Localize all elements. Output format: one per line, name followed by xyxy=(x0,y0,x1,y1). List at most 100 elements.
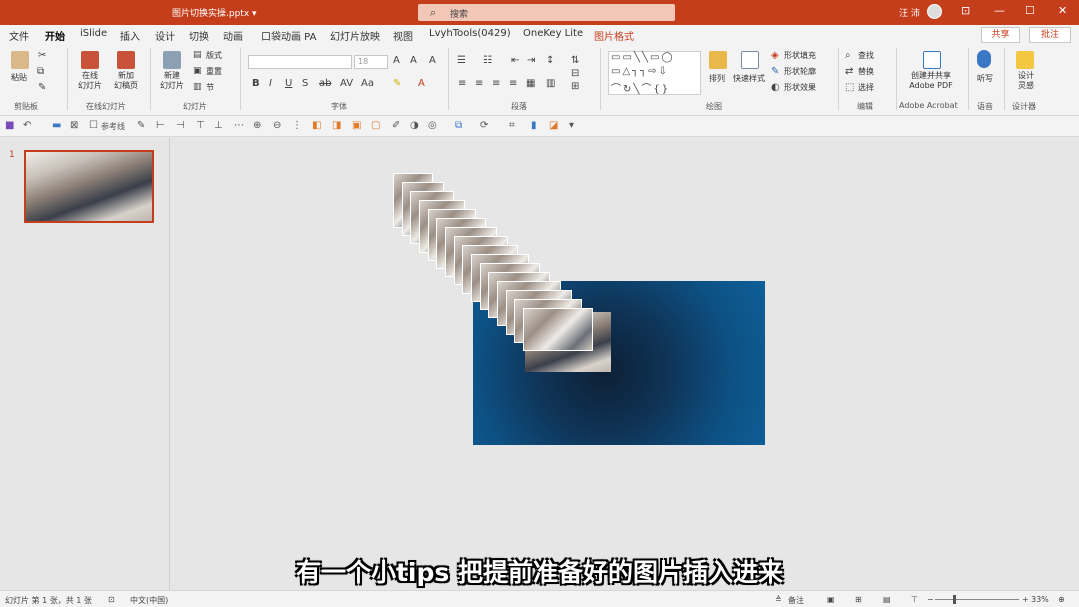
align-center-icon[interactable]: ≡ xyxy=(475,78,483,89)
save-icon[interactable]: ■ xyxy=(5,120,14,131)
numbering-icon[interactable]: ☷ xyxy=(483,55,492,66)
microphone-icon[interactable] xyxy=(977,50,991,68)
section-label[interactable]: 节 xyxy=(206,83,214,93)
increase-indent-icon[interactable]: ⇥ xyxy=(527,55,535,66)
decrease-indent-icon[interactable]: ⇤ xyxy=(511,55,519,66)
rotate-icon[interactable]: ⟳ xyxy=(480,120,488,131)
align-left-icon[interactable]: ⊢ xyxy=(156,120,165,131)
zoom-slider-thumb[interactable] xyxy=(953,595,956,604)
zoom-out-icon[interactable]: − xyxy=(927,595,934,604)
change-case-icon[interactable]: Aa xyxy=(361,78,374,89)
copy-icon[interactable]: ⧉ xyxy=(37,66,44,77)
maximize-button[interactable]: ☐ xyxy=(1025,4,1035,17)
tab-picture-format[interactable]: 图片格式 xyxy=(594,28,634,43)
text-direction-icon[interactable]: ⇅ xyxy=(571,55,579,66)
paste-label[interactable]: 粘贴 xyxy=(11,73,27,83)
close-button[interactable]: ✕ xyxy=(1058,4,1067,17)
find-label[interactable]: 查找 xyxy=(858,51,874,61)
arrange-icon[interactable] xyxy=(709,51,727,69)
layout-label[interactable]: 版式 xyxy=(206,51,222,61)
align-text-icon[interactable]: ⊟ xyxy=(571,68,579,79)
arrange-label[interactable]: 排列 xyxy=(709,74,725,84)
shape-style-icon[interactable]: ◎ xyxy=(428,120,437,131)
search-input[interactable]: ⌕ 搜索 xyxy=(418,4,675,21)
quick-styles-label[interactable]: 快速样式 xyxy=(733,74,765,84)
font-color-icon[interactable]: A xyxy=(418,78,425,89)
zoom-in-icon[interactable]: + xyxy=(1022,595,1029,604)
bold-icon[interactable]: B xyxy=(252,78,260,89)
new-slide-icon[interactable] xyxy=(163,51,181,69)
zoom-slider[interactable] xyxy=(935,599,1019,600)
columns-icon[interactable]: ▥ xyxy=(546,78,555,89)
tab-design[interactable]: 设计 xyxy=(155,28,175,43)
selection-pane-icon[interactable]: ⌗ xyxy=(509,120,515,131)
character-spacing-icon[interactable]: AV xyxy=(340,78,353,89)
align-right-icon[interactable]: ≡ xyxy=(492,78,500,89)
user-name[interactable]: 汪 沛 xyxy=(899,6,920,19)
distributed-icon[interactable]: ▦ xyxy=(526,78,535,89)
create-pdf-label[interactable]: 创建并共享 Adobe PDF xyxy=(903,71,959,91)
tab-view[interactable]: 视图 xyxy=(393,28,413,43)
ungroup-icon[interactable]: ▢ xyxy=(371,120,380,131)
distribute-horizontal-icon[interactable]: ⋯ xyxy=(234,120,244,131)
document-title[interactable]: 图片切换实操.pptx ▾ xyxy=(172,6,257,19)
line-spacing-icon[interactable]: ↕ xyxy=(546,55,554,66)
shape-edit-icon[interactable]: ✐ xyxy=(392,120,400,131)
tab-islide[interactable]: iSlide xyxy=(80,28,107,39)
shape-effects-icon[interactable]: ◐ xyxy=(771,82,780,93)
font-size-combo[interactable]: 18 xyxy=(354,55,388,69)
new-slide-label[interactable]: 新建 幻灯片 xyxy=(155,71,189,91)
design-ideas-label[interactable]: 设计 灵感 xyxy=(1010,71,1042,91)
replace-icon[interactable]: ⇄ xyxy=(845,66,853,77)
new-page-label[interactable]: 新加 幻稿页 xyxy=(109,71,143,91)
shape-outline-icon[interactable]: ✎ xyxy=(771,66,779,77)
italic-icon[interactable]: I xyxy=(269,78,272,89)
tab-onekey-lite[interactable]: OneKey Lite xyxy=(523,28,583,39)
undo-icon[interactable]: ↶ xyxy=(23,120,31,131)
align-right-icon[interactable]: ⊣ xyxy=(176,120,185,131)
reset-icon[interactable]: ▣ xyxy=(193,66,202,76)
paste-icon[interactable] xyxy=(11,51,29,69)
customize-qat-icon[interactable]: ▾ xyxy=(569,120,574,131)
shadow-icon[interactable]: S xyxy=(302,78,308,89)
tab-insert[interactable]: 插入 xyxy=(120,28,140,43)
tab-animations[interactable]: 动画 xyxy=(223,28,243,43)
strikethrough-icon[interactable]: ab xyxy=(319,78,331,89)
crop-icon[interactable]: ⧉ xyxy=(455,120,462,131)
shape-effects-label[interactable]: 形状效果 xyxy=(784,83,816,93)
layout-icon[interactable]: ▤ xyxy=(193,50,202,60)
font-family-combo[interactable] xyxy=(248,55,352,69)
language-status[interactable]: 中文(中国) xyxy=(130,595,168,606)
slide-sorter-icon[interactable]: ⊞ xyxy=(855,595,862,604)
notes-icon[interactable]: ≜ xyxy=(775,595,782,604)
ribbon-display-options-button[interactable]: ⊡ xyxy=(961,4,970,17)
align-middle-icon[interactable]: ⊖ xyxy=(273,120,281,131)
align-center-icon[interactable]: ⊕ xyxy=(253,120,261,131)
shape-fill-icon[interactable]: ◈ xyxy=(771,50,779,61)
reference-line-label[interactable]: 参考线 xyxy=(101,121,125,132)
quick-styles-icon[interactable] xyxy=(741,51,759,69)
group-icon[interactable]: ▣ xyxy=(352,120,361,131)
adobe-pdf-icon[interactable] xyxy=(923,51,941,69)
size-icon[interactable]: ▮ xyxy=(531,120,537,131)
cut-icon[interactable]: ✂ xyxy=(38,50,46,61)
align-left-icon[interactable]: ≡ xyxy=(458,78,466,89)
format-painter-icon[interactable]: ✎ xyxy=(137,120,145,131)
tab-pocket-animation[interactable]: 口袋动画 PA xyxy=(261,28,316,43)
shapes-row-icon[interactable]: ⌒↻╲⌒{} xyxy=(611,80,670,95)
online-slides-label[interactable]: 在线 幻灯片 xyxy=(73,71,107,91)
clear-formatting-icon[interactable]: A xyxy=(429,55,436,66)
section-icon[interactable]: ▥ xyxy=(193,82,202,92)
present-icon[interactable]: ▬ xyxy=(52,120,61,131)
select-icon[interactable]: ⬚ xyxy=(845,82,854,93)
reference-line-checkbox[interactable]: ☐ xyxy=(89,120,98,131)
share-button[interactable]: 共享 xyxy=(981,27,1020,43)
close-pane-icon[interactable]: ⊠ xyxy=(70,120,78,131)
shapes-row-icon[interactable]: ▭△┐┐⇨⇩ xyxy=(611,66,669,77)
dictate-label[interactable]: 听写 xyxy=(977,74,993,84)
tab-lvyhtools[interactable]: LvyhTools(0429) xyxy=(429,28,511,39)
online-slides-icon[interactable] xyxy=(81,51,99,69)
merge-shapes-icon[interactable]: ◑ xyxy=(410,120,419,131)
zoom-level[interactable]: 33% xyxy=(1031,595,1049,604)
select-label[interactable]: 选择 xyxy=(858,83,874,93)
